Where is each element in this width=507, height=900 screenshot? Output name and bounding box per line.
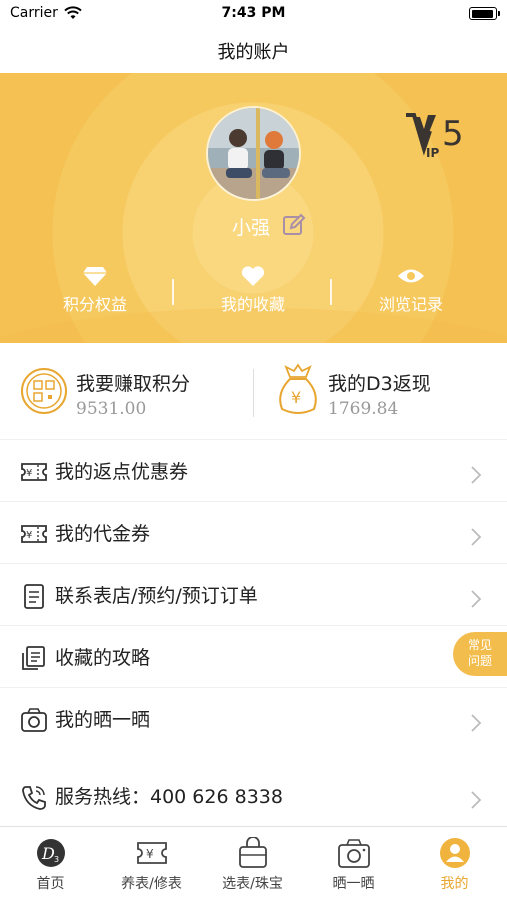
status-time: 7:43 PM [221,5,286,21]
quick-link-favorites[interactable]: 我的收藏 [178,265,328,315]
cashback-value: 1769.84 [328,399,399,419]
quick-link-label: 我的收藏 [220,295,285,314]
vip-level-badge: IP 5 [404,113,464,160]
camera-icon [337,839,370,868]
page-title: 我的账户 [217,42,290,63]
coupon-icon: ¥ [21,463,47,481]
voucher-icon: ¥ [21,525,47,543]
earn-points-title: 我要赚取积分 [76,373,191,395]
chevron-right-icon [471,590,482,608]
avatar[interactable] [206,106,301,201]
chevron-right-icon [471,466,482,484]
quick-link-history[interactable]: 浏览记录 [336,265,486,315]
points-section: 我要赚取积分 9531.00 ¥ 我的D3返现 1769.84 [0,343,507,439]
battery-icon [469,7,500,20]
earn-points-value: 9531.00 [76,399,147,419]
chevron-right-icon [471,791,482,809]
tab-label: 我的 [440,876,469,892]
tab-select-watch[interactable]: 选表/珠宝 [202,837,303,893]
menu-item-orders[interactable]: 联系表店/预约/预订订单 [0,563,507,625]
quick-link-label: 浏览记录 [378,295,443,314]
profile-header: IP 5 小强 积分权益 我的收藏 浏览记录 [0,73,507,343]
cashback-card[interactable]: ¥ 我的D3返现 1769.84 [254,343,507,439]
diamond-icon [83,267,107,286]
faq-label-line1: 常见 [467,638,492,652]
menu-item-rebate-coupons[interactable]: ¥ 我的返点优惠券 [0,439,507,501]
cashback-title: 我的D3返现 [328,373,431,395]
money-bag-icon: ¥ [279,363,317,414]
svg-text:¥: ¥ [146,847,154,861]
faq-label-line2: 问题 [467,654,492,668]
order-list-icon [24,584,44,609]
user-icon [439,838,470,868]
eye-icon [398,269,424,283]
tab-label: 养表/修表 [121,876,182,892]
svg-text:IP: IP [426,146,439,160]
phone-icon [22,786,46,810]
status-bar: Carrier 7:43 PM [0,0,507,28]
svg-text:¥: ¥ [26,468,32,479]
d3-home-icon: D 3 [36,839,65,867]
tab-mine[interactable]: 我的 [404,837,505,893]
svg-text:¥: ¥ [26,530,32,541]
tab-share[interactable]: 晒一晒 [303,837,404,893]
divider [330,279,332,305]
tab-watch-care[interactable]: ¥ 养表/修表 [101,837,202,893]
menu-item-vouchers[interactable]: ¥ 我的代金券 [0,501,507,563]
chevron-right-icon [471,714,482,732]
svg-text:5: 5 [442,114,464,154]
camera-icon [21,708,47,732]
watch-care-icon: ¥ [136,842,167,864]
menu-item-saved-guides[interactable]: 收藏的攻略 [0,625,507,687]
quick-link-label: 积分权益 [62,295,127,314]
tab-label: 晒一晒 [332,876,375,892]
svg-text:D: D [41,844,55,863]
tab-label: 选表/珠宝 [222,876,283,892]
chevron-right-icon [471,528,482,546]
username: 小强 [232,217,271,239]
shopping-bag-icon [238,837,267,868]
earn-points-card[interactable]: 我要赚取积分 9531.00 [0,343,253,439]
menu-item-my-shares[interactable]: 我的晒一晒 [0,687,507,749]
nav-bar: 我的账户 [0,28,507,73]
menu-item-service-hotline[interactable]: 服务热线：400 626 8338 [0,765,507,827]
menu-item-label: 服务热线：400 626 8338 [55,786,283,808]
tab-label: 首页 [36,876,65,892]
edit-icon[interactable] [282,213,306,237]
bottom-tab-bar: D 3 首页 ¥ 养表/修表 选表/珠宝 晒一晒 我的 [0,826,507,900]
tab-home[interactable]: D 3 首页 [0,837,101,893]
heart-icon [241,266,265,286]
svg-text:3: 3 [54,855,59,864]
menu-item-label: 我的代金券 [55,523,151,545]
faq-floating-button[interactable]: 常见 问题 [453,632,507,676]
quick-link-points-rights[interactable]: 积分权益 [20,265,170,315]
menu-item-label: 我的晒一晒 [55,709,151,731]
menu-item-label: 收藏的攻略 [55,647,151,669]
guide-book-icon [22,646,45,670]
points-coin-icon [21,368,67,414]
menu-item-label: 我的返点优惠券 [55,461,189,483]
menu-item-label: 联系表店/预约/预订订单 [55,585,258,607]
svg-text:¥: ¥ [291,388,301,407]
divider [172,279,174,305]
